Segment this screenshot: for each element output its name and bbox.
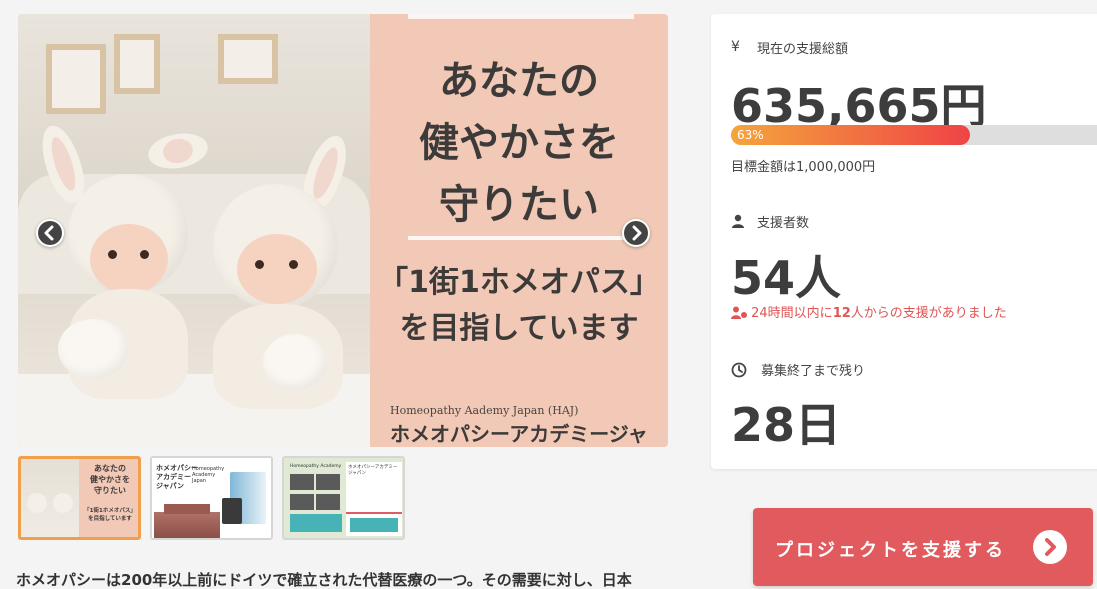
- target-amount: 目標金額は1,000,000円: [731, 160, 876, 175]
- chevron-right-icon: [624, 221, 648, 245]
- funding-stats-card: ¥ 現在の支援総額 635,665円 63% 目標金額は1,000,000円 支…: [711, 14, 1097, 469]
- hero-headline: あなたの 健やかさを 守りたい: [419, 58, 619, 228]
- remaining-days: 28日: [731, 398, 842, 452]
- chevron-left-icon: [38, 221, 62, 245]
- hero-subheadline: 「1街1ホメオパス」 を目指しています: [378, 265, 660, 346]
- funding-progress-bar: 63%: [731, 125, 1097, 145]
- thumbnail-1-sub: 「1街1ホメオパス」 を目指しています: [84, 508, 136, 522]
- yen-icon: ¥: [731, 39, 740, 55]
- project-page: あなたの 健やかさを 守りたい 「1街1ホメオパス」 を目指しています Home…: [0, 0, 1097, 589]
- thumbnail-1-headline: あなたの 健やかさを 守りたい: [90, 464, 130, 495]
- hero-image[interactable]: あなたの 健やかさを 守りたい 「1街1ホメオパス」 を目指しています Home…: [18, 14, 668, 447]
- brand-name-ja: ホメオパシーアカデミージャパン: [390, 422, 648, 446]
- supporters-count: 54人: [731, 251, 842, 305]
- support-project-button[interactable]: プロジェクトを支援する: [753, 508, 1093, 586]
- thumbnail-3-left-label: Homeopathy Academy: [290, 464, 342, 469]
- progress-percent: 63%: [737, 128, 764, 142]
- thumbnail-1[interactable]: あなたの 健やかさを 守りたい 「1街1ホメオパス」 を目指しています: [18, 456, 141, 540]
- thumbnail-2-sub: Homeopathy Academy Japan: [192, 466, 225, 484]
- remaining-label: 募集終了まで残り: [761, 364, 866, 379]
- carousel-next-button[interactable]: [622, 219, 650, 247]
- clock-icon: [731, 362, 747, 378]
- thumbnail-3-right-label: ホメオパシーアカデミージャパン: [348, 465, 398, 476]
- user-plus-icon: [731, 306, 747, 319]
- person-icon: [731, 214, 745, 228]
- progress-fill: 63%: [731, 125, 971, 145]
- thumbnail-2[interactable]: ホメオパシー アカデミー ジャパン Homeopathy Academy Jap…: [150, 456, 273, 540]
- recent-supporters-notice: 24時間以内に12人からの支援がありました: [731, 302, 1007, 321]
- project-description: ホメオパシーは200年以上前にドイツで確立された代替医療の一つ。その需要に対し、…: [16, 571, 632, 589]
- carousel-prev-button[interactable]: [36, 219, 64, 247]
- arrow-right-circle-icon: [1033, 530, 1067, 564]
- support-project-label: プロジェクトを支援する: [775, 540, 1006, 561]
- brand-name-en: Homeopathy Aademy Japan (HAJ): [390, 404, 579, 417]
- total-label: 現在の支援総額: [757, 42, 849, 57]
- babies-photo: [18, 14, 370, 447]
- supporters-label: 支援者数: [757, 216, 810, 231]
- thumbnail-3[interactable]: Homeopathy Academy ホメオパシーアカデミージャパン: [282, 456, 405, 540]
